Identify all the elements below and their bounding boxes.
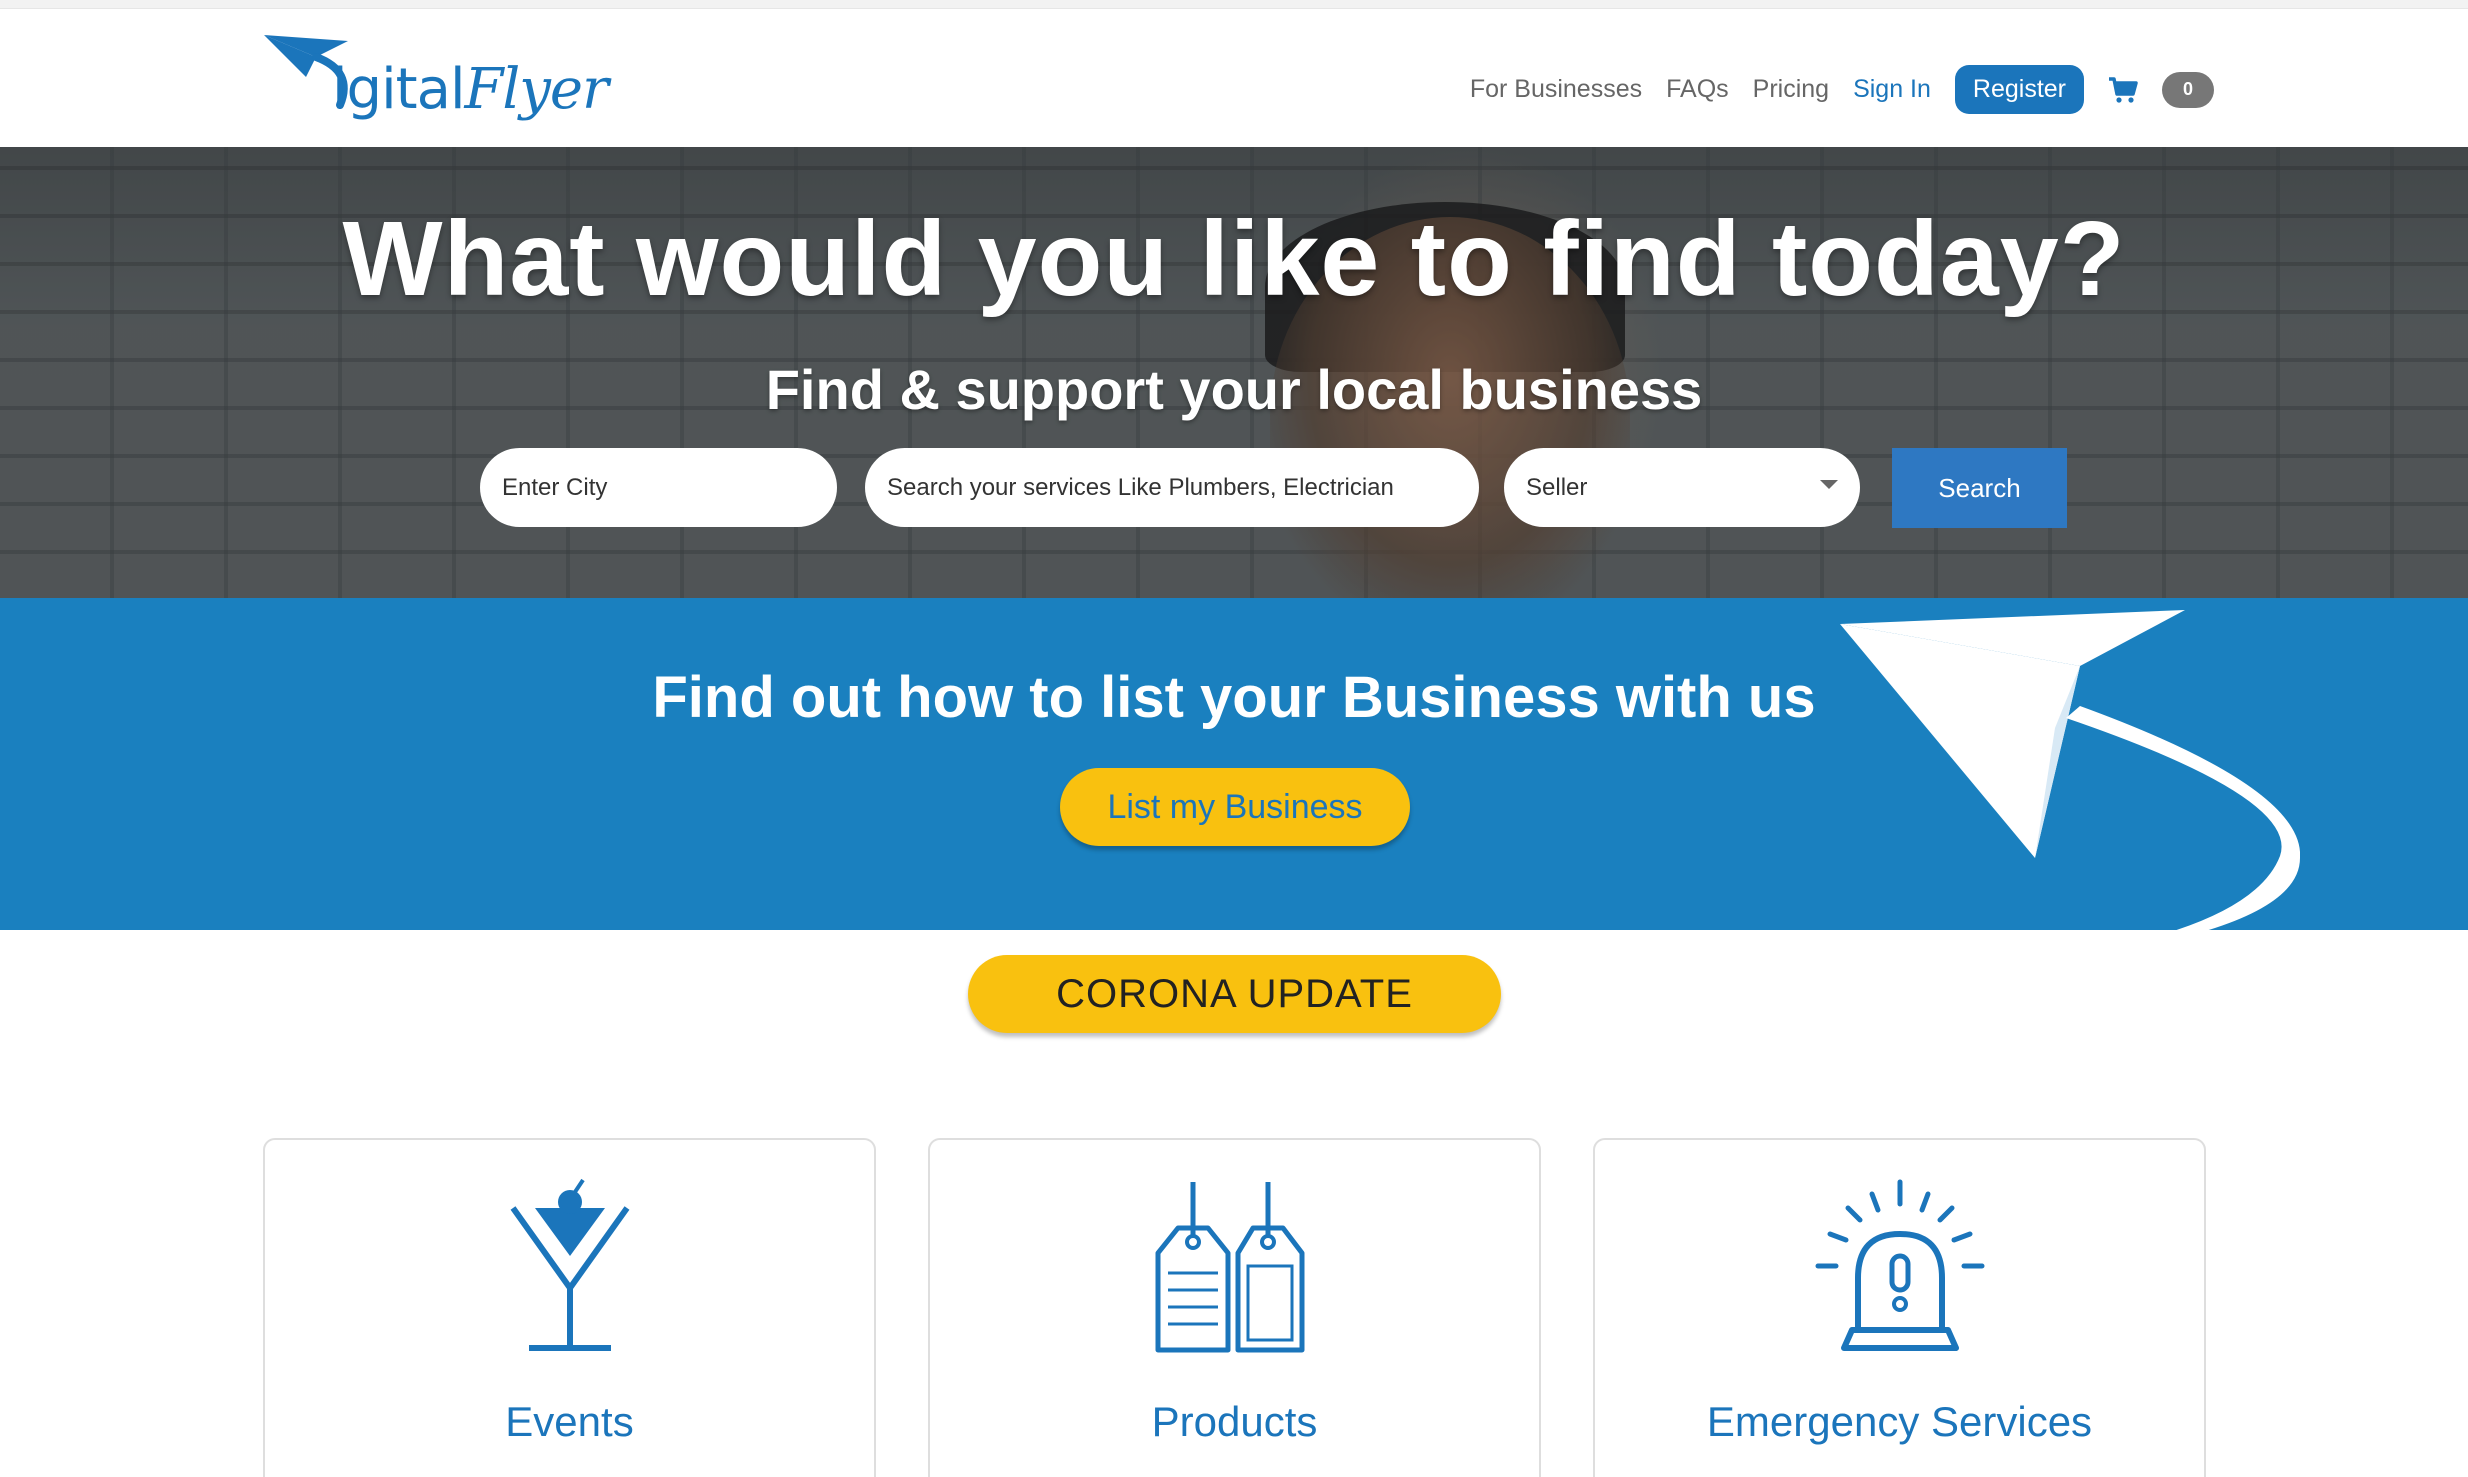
card-label-emergency-services: Emergency Services [1706, 1398, 2093, 1445]
service-search-input[interactable] [865, 448, 1479, 527]
card-label-events: Events [505, 1398, 634, 1445]
city-input[interactable] [480, 448, 837, 527]
site-logo[interactable]: igitalFlyer [262, 31, 609, 151]
hero-subtitle: Find & support your local business [765, 358, 1703, 421]
type-select[interactable]: Seller [1504, 448, 1860, 527]
cart-count-badge[interactable]: 0 [2162, 71, 2214, 108]
category-card-products[interactable]: Products [928, 1138, 1541, 1477]
alarm-siren-icon [1815, 1179, 1984, 1351]
logo-text-main: igital [332, 57, 465, 122]
corona-update-button[interactable]: CORONA UPDATE [968, 955, 1501, 1033]
chevron-down-icon [1820, 480, 1838, 489]
logo-wordmark: igitalFlyer [332, 57, 609, 122]
main-nav: For Businesses FAQs Pricing Sign In Regi… [1470, 65, 2214, 114]
category-card-emergency-services[interactable]: Emergency Services [1593, 1138, 2206, 1477]
category-card-events[interactable]: Events [263, 1138, 876, 1477]
nav-faqs[interactable]: FAQs [1666, 75, 1729, 104]
paper-plane-icon [1840, 610, 2300, 930]
search-button[interactable]: Search [1892, 448, 2067, 528]
logo-text-script: Flyer [464, 57, 609, 122]
hero-title: What would you like to find today? [342, 200, 2126, 318]
top-border [0, 0, 2468, 9]
card-label-products: Products [1151, 1398, 1318, 1445]
register-button[interactable]: Register [1954, 65, 2084, 114]
nav-sign-in[interactable]: Sign In [1853, 75, 1931, 104]
nav-for-businesses[interactable]: For Businesses [1470, 75, 1642, 104]
type-select-value: Seller [1526, 473, 1588, 501]
hero-section: What would you like to find today? Find … [0, 147, 2468, 598]
price-tags-icon [1155, 1182, 1304, 1353]
nav-pricing[interactable]: Pricing [1753, 75, 1829, 104]
site-header: igitalFlyer For Businesses FAQs Pricing … [0, 9, 2468, 147]
cocktail-glass-icon [510, 1178, 629, 1351]
shopping-cart-icon[interactable] [2108, 76, 2138, 104]
list-business-band: Find out how to list your Business with … [0, 598, 2468, 930]
list-my-business-button[interactable]: List my Business [1060, 768, 1410, 846]
